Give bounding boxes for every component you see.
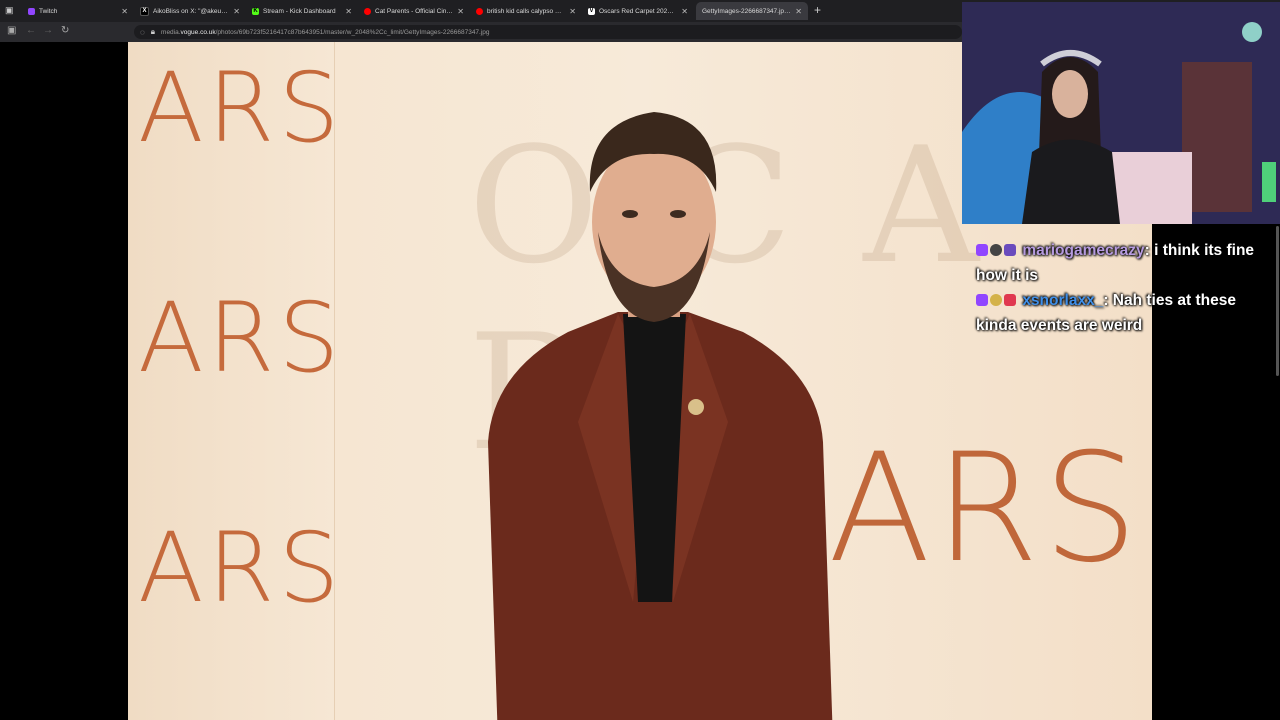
tab-title: Cat Parents - Official Cinematic xyxy=(375,7,453,15)
heart-badge-icon xyxy=(1004,294,1016,306)
forward-icon[interactable]: → xyxy=(43,25,53,36)
tab-title: british kid calls calypso minging xyxy=(487,7,566,15)
lock-icon[interactable]: 🔒︎ xyxy=(151,27,155,37)
tab-getty-image[interactable]: GettyImages-2266687347.jpg (JPEG ✕ xyxy=(696,2,808,20)
chat-username[interactable]: xsnorlaxx_ xyxy=(1022,292,1103,309)
oscars-watermark: ARS xyxy=(138,282,344,394)
tab-title: Oscars Red Carpet 2026: See E xyxy=(599,7,677,15)
reload-icon[interactable]: ↻ xyxy=(61,25,69,36)
tab-calypso[interactable]: british kid calls calypso minging ✕ xyxy=(470,2,582,20)
tab-oscars-red-carpet[interactable]: V Oscars Red Carpet 2026: See E ✕ xyxy=(582,2,694,20)
tab-title: Twitch xyxy=(39,7,58,15)
tab-title: AikoBliss on X: "@akeurajitsuk xyxy=(153,7,230,15)
chat-username[interactable]: mariogamecrazy xyxy=(1022,242,1144,259)
tab-overview-icon[interactable]: ▣ xyxy=(5,5,15,15)
tab-title: Stream - Kick Dashboard xyxy=(263,7,336,15)
chat-message: xsnorlaxx_: Nah ties at these kinda even… xyxy=(976,288,1276,338)
badge-icon xyxy=(990,244,1002,256)
url-text[interactable]: media.vogue.co.uk/photos/69b723f5216417c… xyxy=(161,29,490,36)
close-icon[interactable]: ✕ xyxy=(121,7,128,16)
tab-kick-dashboard[interactable]: K Stream - Kick Dashboard ✕ xyxy=(246,2,358,20)
chat-message: mariogamecrazy: i think its fine how it … xyxy=(976,238,1276,288)
tab-x-post[interactable]: X AikoBliss on X: "@akeurajitsuk ✕ xyxy=(134,2,246,20)
sidebar-toggle-icon[interactable]: ▣ xyxy=(7,25,16,36)
badge-icon xyxy=(1004,244,1016,256)
webcam-scene xyxy=(962,2,1280,224)
shield-icon[interactable]: ◌ xyxy=(140,28,145,37)
new-tab-icon[interactable]: + xyxy=(814,3,821,17)
badge-icon xyxy=(990,294,1002,306)
page-scrollbar[interactable] xyxy=(1276,226,1279,376)
close-icon[interactable]: ✕ xyxy=(569,7,576,16)
twitch-icon xyxy=(28,7,35,15)
close-icon[interactable]: ✕ xyxy=(681,7,688,16)
close-icon[interactable]: ✕ xyxy=(795,7,802,16)
back-icon[interactable]: ← xyxy=(26,25,36,36)
oscars-watermark: ARS xyxy=(138,512,344,624)
tab-cat-parents[interactable]: Cat Parents - Official Cinematic ✕ xyxy=(358,2,470,20)
man-in-brown-suit xyxy=(488,112,833,720)
youtube-icon xyxy=(476,7,483,15)
x-icon: X xyxy=(140,6,149,16)
close-icon[interactable]: ✕ xyxy=(457,7,464,16)
chat-overlay: mariogamecrazy: i think its fine how it … xyxy=(976,238,1276,338)
close-icon[interactable]: ✕ xyxy=(345,7,352,16)
address-bar[interactable]: ◌ 🔒︎ media.vogue.co.uk/photos/69b723f521… xyxy=(134,25,962,39)
streamer-webcam xyxy=(962,2,1280,224)
oscars-watermark: ARS xyxy=(138,52,344,164)
kick-icon: K xyxy=(252,7,259,15)
vogue-icon: V xyxy=(588,7,595,15)
youtube-icon xyxy=(364,7,371,15)
twitch-badge-icon xyxy=(976,294,988,306)
oscars-watermark: ARS xyxy=(828,422,1143,596)
tab-twitch[interactable]: Twitch ✕ xyxy=(22,2,134,20)
twitch-badge-icon xyxy=(976,244,988,256)
tab-title: GettyImages-2266687347.jpg (JPEG xyxy=(702,7,791,15)
close-icon[interactable]: ✕ xyxy=(233,7,240,16)
